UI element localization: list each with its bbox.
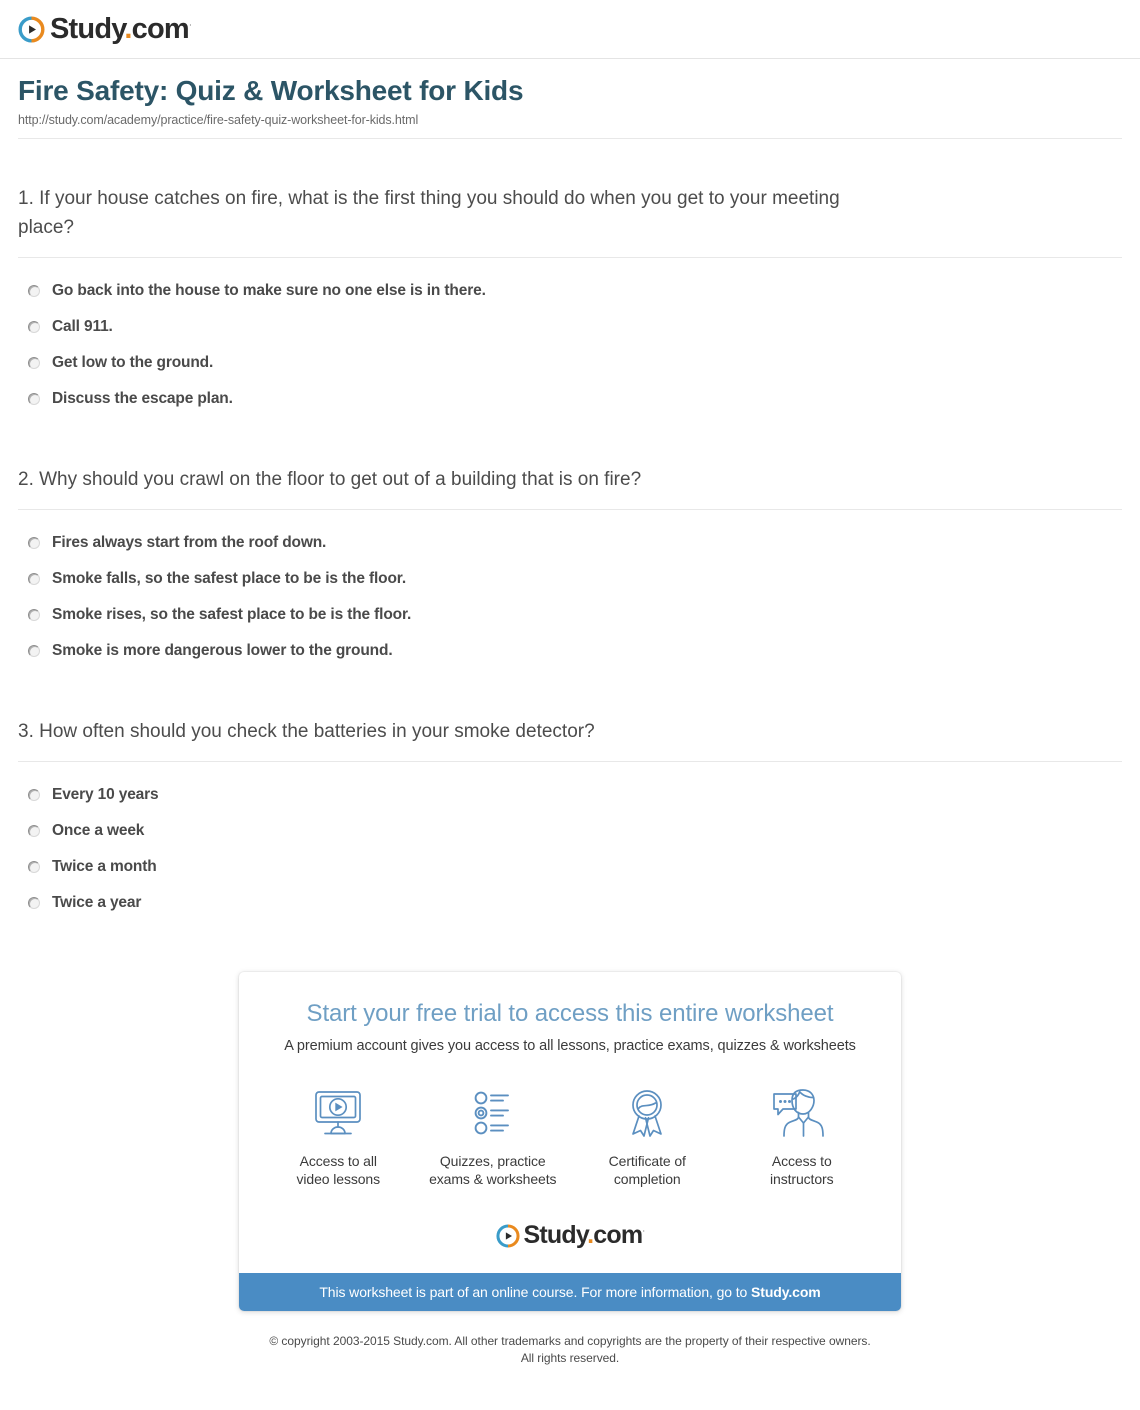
answer-option-label: Smoke falls, so the safest place to be i…: [52, 569, 406, 587]
question-divider: [18, 256, 1122, 258]
answer-option-label: Twice a month: [52, 857, 157, 875]
footer-copyright-line1: © copyright 2003-2015 Study.com. All oth…: [269, 1333, 871, 1348]
radio-button-icon[interactable]: [28, 860, 40, 873]
promo-logo-trademark: ·: [642, 1225, 645, 1236]
answer-option-label: Twice a year: [52, 893, 142, 911]
radio-button-icon[interactable]: [28, 896, 40, 909]
promo-banner-link[interactable]: Study.com: [751, 1284, 821, 1300]
promo-logo-text-study: Study: [523, 1221, 588, 1250]
promo-logo-text-tld: com: [593, 1221, 643, 1250]
page-header: Study.com·: [0, 0, 1140, 58]
promo-feature-label-line2: video lessons: [296, 1171, 381, 1188]
play-circle-logo-icon: [495, 1224, 520, 1248]
promo-section: Start your free trial to access this ent…: [0, 924, 1140, 1311]
checklist-icon: [466, 1084, 520, 1142]
promo-feature-label-line1: Certificate of: [608, 1152, 686, 1169]
promo-feature: Access to instructors: [725, 1084, 880, 1189]
question-block-3: 3. How often should you check the batter…: [18, 672, 1122, 924]
free-trial-card: Start your free trial to access this ent…: [239, 971, 901, 1311]
answer-option[interactable]: Discuss the escape plan.: [18, 384, 1122, 420]
answer-option-label: Fires always start from the roof down.: [52, 533, 327, 551]
promo-features: Access to all video lessons Quizzes, pra…: [239, 1084, 901, 1197]
promo-site-logo[interactable]: Study.com·: [495, 1219, 646, 1253]
promo-feature: Quizzes, practice exams & worksheets: [416, 1084, 571, 1189]
radio-button-icon[interactable]: [28, 644, 40, 657]
answer-option[interactable]: Smoke falls, so the safest place to be i…: [18, 564, 1122, 600]
promo-banner[interactable]: This worksheet is part of an online cour…: [239, 1272, 901, 1311]
answer-option[interactable]: Twice a month: [18, 852, 1122, 888]
questions-list: 1. If your house catches on fire, what i…: [0, 139, 1140, 924]
promo-logo-wordmark: Study.com·: [523, 1221, 646, 1250]
site-logo[interactable]: Study.com·: [18, 12, 1140, 46]
promo-feature: Access to all video lessons: [261, 1084, 416, 1189]
answer-option-label: Once a week: [52, 821, 145, 839]
logo-text-dot: .: [124, 12, 132, 45]
question-text: 3. How often should you check the batter…: [18, 720, 595, 742]
site-logo-wordmark: Study.com·: [50, 12, 192, 45]
radio-button-icon[interactable]: [28, 356, 40, 369]
footer-copyright: © copyright 2003-2015 Study.com. All oth…: [0, 1311, 1140, 1368]
logo-text-study: Study: [50, 12, 125, 45]
footer-copyright-line2: All rights reserved.: [520, 1351, 620, 1366]
answer-option-label: Go back into the house to make sure no o…: [52, 281, 486, 299]
answer-options: Fires always start from the roof down. S…: [18, 528, 1122, 672]
answer-option-label: Smoke is more dangerous lower to the gro…: [52, 641, 393, 659]
worksheet-url: http://study.com/academy/practice/fire-s…: [18, 113, 419, 128]
answer-option-label: Call 911.: [52, 317, 113, 335]
radio-button-icon[interactable]: [28, 392, 40, 405]
answer-option[interactable]: Once a week: [18, 816, 1122, 852]
answer-option[interactable]: Call 911.: [18, 312, 1122, 348]
radio-button-icon[interactable]: [28, 608, 40, 621]
promo-feature-label-line2: instructors: [770, 1171, 834, 1188]
radio-button-icon[interactable]: [28, 284, 40, 297]
question-divider: [18, 508, 1122, 510]
question-text: 2. Why should you crawl on the floor to …: [18, 468, 642, 490]
question-divider: [18, 760, 1122, 762]
worksheet-header: Fire Safety: Quiz & Worksheet for Kids h…: [0, 59, 1140, 127]
answer-option[interactable]: Smoke is more dangerous lower to the gro…: [18, 636, 1122, 672]
promo-feature-label: Certificate of completion: [609, 1152, 686, 1189]
radio-button-icon[interactable]: [28, 536, 40, 549]
logo-text-tld: com: [131, 12, 190, 45]
radio-button-icon[interactable]: [28, 572, 40, 585]
logo-trademark: ·: [188, 18, 192, 29]
answer-options: Every 10 years Once a week Twice a month…: [18, 780, 1122, 924]
radio-button-icon[interactable]: [28, 320, 40, 333]
radio-button-icon[interactable]: [28, 824, 40, 837]
page-title: Fire Safety: Quiz & Worksheet for Kids: [18, 75, 524, 106]
answer-options: Go back into the house to make sure no o…: [18, 276, 1122, 420]
promo-banner-text: This worksheet is part of an online cour…: [319, 1283, 752, 1300]
question-block-1: 1. If your house catches on fire, what i…: [18, 139, 1122, 420]
monitor-play-icon: [311, 1084, 365, 1142]
answer-option[interactable]: Fires always start from the roof down.: [18, 528, 1122, 564]
answer-option[interactable]: Smoke rises, so the safest place to be i…: [18, 600, 1122, 636]
radio-button-icon[interactable]: [28, 788, 40, 801]
answer-option[interactable]: Go back into the house to make sure no o…: [18, 276, 1122, 312]
promo-logo[interactable]: Study.com·: [239, 1197, 901, 1273]
promo-feature-label-line1: Access to all: [299, 1152, 377, 1169]
promo-feature-label-line1: Quizzes, practice: [439, 1152, 546, 1169]
answer-option-label: Get low to the ground.: [52, 353, 214, 371]
question-block-2: 2. Why should you crawl on the floor to …: [18, 420, 1122, 672]
instructor-chat-icon: [771, 1084, 833, 1142]
promo-subhead: A premium account gives you access to al…: [284, 1037, 856, 1054]
answer-option[interactable]: Get low to the ground.: [18, 348, 1122, 384]
promo-feature: Certificate of completion: [570, 1084, 725, 1189]
answer-option-label: Smoke rises, so the safest place to be i…: [52, 605, 412, 623]
answer-option[interactable]: Twice a year: [18, 888, 1122, 924]
promo-feature-label-line2: exams & worksheets: [429, 1171, 557, 1188]
promo-headline: Start your free trial to access this ent…: [306, 999, 834, 1027]
question-text: 1. If your house catches on fire, what i…: [18, 188, 840, 239]
promo-feature-label: Quizzes, practice exams & worksheets: [429, 1152, 556, 1189]
play-circle-logo-icon: [18, 16, 45, 42]
promo-feature-label-line1: Access to: [771, 1152, 832, 1169]
answer-option-label: Every 10 years: [52, 785, 159, 803]
promo-feature-label-line2: completion: [613, 1171, 681, 1188]
promo-feature-label: Access to instructors: [770, 1152, 834, 1189]
promo-feature-label: Access to all video lessons: [296, 1152, 380, 1189]
award-ribbon-icon: [620, 1084, 674, 1142]
answer-option[interactable]: Every 10 years: [18, 780, 1122, 816]
answer-option-label: Discuss the escape plan.: [52, 389, 233, 407]
